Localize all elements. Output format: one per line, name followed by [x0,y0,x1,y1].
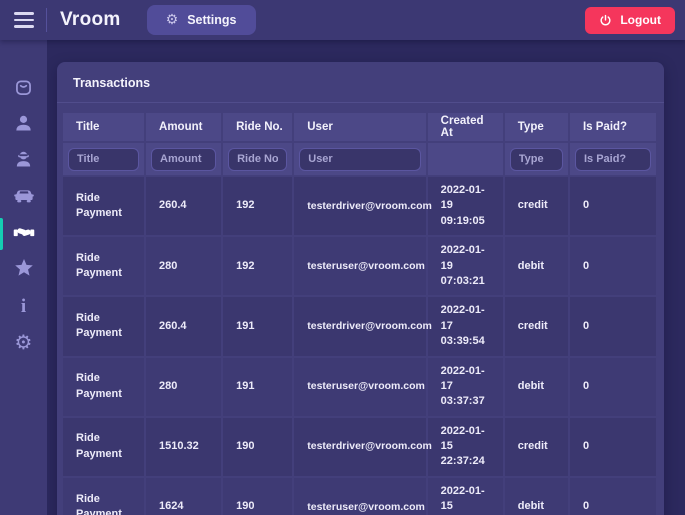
cell-ride_no: 192 [223,237,295,298]
filter-input-title[interactable] [68,147,140,171]
cell-type: credit [504,417,570,478]
cell-ride_no: 192 [223,177,295,238]
cell-type: debit [504,477,570,515]
info-icon: i [20,295,27,317]
cell-title: Ride Payment [63,477,147,515]
sidebar: i ⚙ [0,40,47,515]
cell-created_at: 2022-01-15 22:37:24 [427,417,505,478]
column-header-amount[interactable]: Amount [146,113,224,143]
gear-icon: ⚙ [14,330,33,354]
cell-type: debit [504,357,570,418]
logout-button[interactable]: Logout [585,6,675,34]
cell-type: credit [504,177,570,238]
cell-title: Ride Payment [63,297,147,358]
sidebar-item-transactions[interactable] [0,216,47,252]
column-header-is-paid[interactable]: Is Paid? [569,113,656,143]
filter-input-type[interactable] [509,147,563,171]
cell-created_at: 2022-01-19 07:03:21 [427,237,505,298]
cell-amount: 280 [146,237,224,298]
card-title: Transactions [57,62,664,103]
app-title: Vroom [60,9,121,30]
star-icon [13,257,35,284]
cell-amount: 1510.32 [146,417,224,478]
table-row: Ride Payment 280 192 testeruser@vroom.com 20… [63,237,656,298]
cell-ride_no: 191 [223,297,295,358]
cell-title: Ride Payment [63,177,147,238]
cell-created_at: 2022-01-17 03:39:54 [427,297,505,358]
topbar: Vroom ⚙ Settings Logout [0,0,685,40]
cell-user: testerdriver@vroom.com [294,417,432,478]
car-icon [13,185,35,212]
settings-button-label: Settings [187,13,237,27]
cell-is_paid: 0 [569,477,656,515]
cell-amount: 1624 [146,477,224,515]
sidebar-item-store[interactable] [0,72,47,108]
cell-title: Ride Payment [63,357,147,418]
cell-created_at: 2022-01-19 09:19:05 [427,177,505,238]
table-row: Ride Payment 260.4 192 testerdriver@vroom.c… [63,177,656,238]
filter-cell-created-at [427,143,505,177]
column-header-created-at[interactable]: Created At [427,113,505,143]
column-header-type[interactable]: Type [504,113,570,143]
cell-is_paid: 0 [569,297,656,358]
table-row: Ride Payment 1624 190 testeruser@vroom.com 2… [63,477,656,515]
cell-amount: 260.4 [146,177,224,238]
cell-user: testerdriver@vroom.com [294,297,432,358]
driver-icon [13,149,34,175]
cell-user: testeruser@vroom.com [294,237,428,298]
sidebar-item-users[interactable] [0,108,47,144]
gear-icon: ⚙ [165,12,179,28]
topbar-divider [46,8,47,32]
sidebar-item-info[interactable]: i [0,288,47,324]
filter-input-ride-no[interactable] [228,147,288,171]
table-wrap: Title Amount Ride No. User Created At Ty… [57,103,664,515]
column-header-user[interactable]: User [294,113,428,143]
settings-button[interactable]: ⚙ Settings [146,5,256,35]
handshake-transactions-icon [13,221,35,248]
logout-button-label: Logout [620,13,661,27]
table-row: Ride Payment 260.4 191 testerdriver@vroom.c… [63,297,656,358]
cell-created_at: 2022-01-17 03:37:37 [427,357,505,418]
cell-user: testeruser@vroom.com [294,357,428,418]
transactions-table: Title Amount Ride No. User Created At Ty… [63,113,656,515]
cell-type: debit [504,237,570,298]
hamburger-menu-icon[interactable] [14,12,34,28]
sidebar-item-drivers[interactable] [0,144,47,180]
column-header-title[interactable]: Title [63,113,147,143]
sidebar-item-ratings[interactable] [0,252,47,288]
cell-is_paid: 0 [569,237,656,298]
cell-amount: 260.4 [146,297,224,358]
cell-type: credit [504,297,570,358]
cell-user: testeruser@vroom.com [294,477,428,515]
cell-amount: 280 [146,357,224,418]
cell-title: Ride Payment [63,417,147,478]
cell-ride_no: 190 [223,477,295,515]
store-bag-icon [13,77,34,103]
table-body: Ride Payment 260.4 192 testerdriver@vroom.c… [63,177,656,515]
cell-ride_no: 191 [223,357,295,418]
column-header-ride-no[interactable]: Ride No. [223,113,295,143]
cell-ride_no: 190 [223,417,295,478]
user-icon [13,113,34,139]
cell-is_paid: 0 [569,177,656,238]
table-header-row: Title Amount Ride No. User Created At Ty… [63,113,656,143]
filter-input-user[interactable] [299,147,421,171]
cell-is_paid: 0 [569,417,656,478]
filter-input-amount[interactable] [151,147,217,171]
cell-user: testerdriver@vroom.com [294,177,432,238]
power-icon [600,14,611,25]
transactions-card: Transactions Title Amount Ride No. User … [57,62,664,515]
sidebar-item-cars[interactable] [0,180,47,216]
filter-row [63,143,656,177]
table-row: Ride Payment 1510.32 190 testerdriver@vroom… [63,417,656,478]
table-row: Ride Payment 280 191 testeruser@vroom.com 20… [63,357,656,418]
cell-is_paid: 0 [569,357,656,418]
cell-title: Ride Payment [63,237,147,298]
filter-input-is-paid[interactable] [574,147,651,171]
sidebar-item-settings[interactable]: ⚙ [0,324,47,360]
cell-created_at: 2022-01-15 22:35:27 [427,477,505,515]
